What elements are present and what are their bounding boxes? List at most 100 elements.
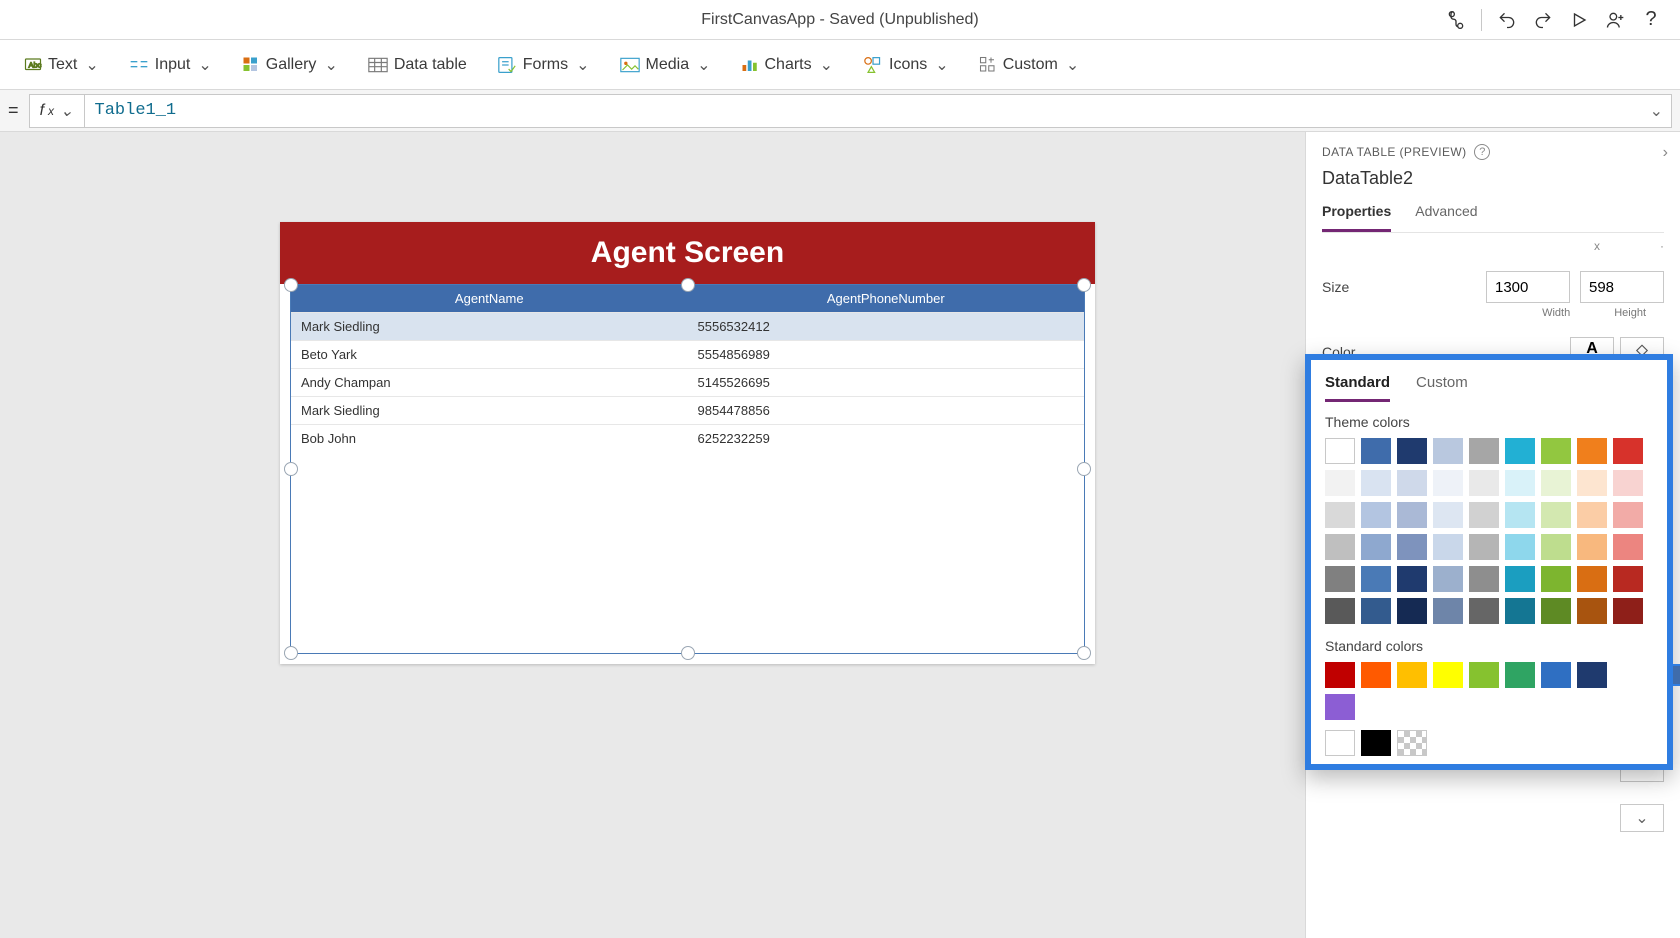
color-swatch[interactable] xyxy=(1541,534,1571,560)
color-swatch[interactable] xyxy=(1325,534,1355,560)
color-swatch[interactable] xyxy=(1397,566,1427,592)
heading-font-dropdown-arrow[interactable]: ⌄ xyxy=(1620,804,1664,832)
resize-handle[interactable] xyxy=(681,278,695,292)
ribbon-charts-button[interactable]: Charts ⌄ xyxy=(731,49,844,81)
color-swatch[interactable] xyxy=(1325,694,1355,720)
resize-handle[interactable] xyxy=(284,278,298,292)
color-swatch[interactable] xyxy=(1505,438,1535,464)
color-swatch[interactable] xyxy=(1325,598,1355,624)
colorpicker-tab-standard[interactable]: Standard xyxy=(1325,374,1390,402)
resize-handle[interactable] xyxy=(681,646,695,660)
color-swatch[interactable] xyxy=(1397,470,1427,496)
color-swatch[interactable] xyxy=(1325,662,1355,688)
table-row[interactable]: Andy Champan5145526695 xyxy=(291,368,1084,396)
color-swatch[interactable] xyxy=(1433,534,1463,560)
ribbon-text-button[interactable]: Abc Text ⌄ xyxy=(14,49,109,81)
tab-advanced[interactable]: Advanced xyxy=(1415,203,1477,232)
color-swatch[interactable] xyxy=(1577,438,1607,464)
data-table-control[interactable]: AgentName AgentPhoneNumber Mark Siedling… xyxy=(290,284,1085,654)
expand-formula-icon[interactable]: ⌄ xyxy=(1650,101,1663,121)
ribbon-input-button[interactable]: Input ⌄ xyxy=(119,49,222,81)
color-swatch[interactable] xyxy=(1361,502,1391,528)
color-swatch[interactable] xyxy=(1433,598,1463,624)
color-swatch[interactable] xyxy=(1433,502,1463,528)
color-swatch[interactable] xyxy=(1541,566,1571,592)
col-agentphone[interactable]: AgentPhoneNumber xyxy=(688,285,1085,312)
table-row[interactable]: Beto Yark5554856989 xyxy=(291,340,1084,368)
colorpicker-tab-custom[interactable]: Custom xyxy=(1416,374,1468,402)
color-swatch[interactable] xyxy=(1433,438,1463,464)
color-swatch[interactable] xyxy=(1613,534,1643,560)
color-swatch[interactable] xyxy=(1469,502,1499,528)
color-swatch[interactable] xyxy=(1325,502,1355,528)
color-swatch[interactable] xyxy=(1577,598,1607,624)
color-swatch[interactable] xyxy=(1613,438,1643,464)
color-swatch[interactable] xyxy=(1397,502,1427,528)
color-swatch[interactable] xyxy=(1361,470,1391,496)
color-swatch[interactable] xyxy=(1577,662,1607,688)
resize-handle[interactable] xyxy=(284,646,298,660)
selected-color-swatch[interactable] xyxy=(1671,664,1680,686)
color-swatch[interactable] xyxy=(1541,438,1571,464)
color-swatch[interactable] xyxy=(1433,662,1463,688)
color-swatch[interactable] xyxy=(1469,470,1499,496)
share-icon[interactable] xyxy=(1598,3,1632,37)
resize-handle[interactable] xyxy=(1077,462,1091,476)
color-swatch[interactable] xyxy=(1613,598,1643,624)
formula-input[interactable]: Table1_1 ⌄ xyxy=(85,94,1672,128)
resize-handle[interactable] xyxy=(1077,278,1091,292)
help-icon[interactable]: ? xyxy=(1474,144,1490,160)
color-swatch[interactable] xyxy=(1613,470,1643,496)
color-swatch[interactable] xyxy=(1505,502,1535,528)
color-swatch[interactable] xyxy=(1361,566,1391,592)
resize-handle[interactable] xyxy=(284,462,298,476)
color-swatch[interactable] xyxy=(1505,470,1535,496)
redo-icon[interactable] xyxy=(1526,3,1560,37)
color-swatch[interactable] xyxy=(1361,598,1391,624)
color-swatch[interactable] xyxy=(1577,566,1607,592)
color-swatch[interactable] xyxy=(1361,438,1391,464)
fx-selector[interactable]: fx ⌄ xyxy=(29,94,85,128)
color-swatch[interactable] xyxy=(1505,662,1535,688)
color-swatch[interactable] xyxy=(1433,566,1463,592)
help-icon[interactable]: ? xyxy=(1634,3,1668,37)
ribbon-gallery-button[interactable]: Gallery ⌄ xyxy=(232,49,348,81)
color-swatch[interactable] xyxy=(1361,534,1391,560)
color-swatch[interactable] xyxy=(1577,534,1607,560)
ribbon-custom-button[interactable]: Custom ⌄ xyxy=(969,49,1090,81)
width-input[interactable] xyxy=(1486,271,1570,303)
color-swatch[interactable] xyxy=(1397,438,1427,464)
color-swatch[interactable] xyxy=(1325,730,1355,756)
color-swatch[interactable] xyxy=(1433,470,1463,496)
color-swatch[interactable] xyxy=(1397,598,1427,624)
ribbon-datatable-button[interactable]: Data table xyxy=(358,50,477,80)
color-swatch[interactable] xyxy=(1469,566,1499,592)
col-agentname[interactable]: AgentName xyxy=(291,285,688,312)
height-input[interactable] xyxy=(1580,271,1664,303)
ribbon-media-button[interactable]: Media ⌄ xyxy=(610,49,721,81)
color-swatch[interactable] xyxy=(1325,438,1355,464)
color-swatch[interactable] xyxy=(1361,662,1391,688)
ribbon-icons-button[interactable]: Icons ⌄ xyxy=(853,49,959,81)
color-swatch[interactable] xyxy=(1541,502,1571,528)
color-swatch[interactable] xyxy=(1541,470,1571,496)
color-swatch[interactable] xyxy=(1541,662,1571,688)
color-swatch[interactable] xyxy=(1397,534,1427,560)
color-swatch[interactable] xyxy=(1469,598,1499,624)
color-swatch[interactable] xyxy=(1469,438,1499,464)
color-swatch[interactable] xyxy=(1397,730,1427,756)
table-row[interactable]: Mark Siedling9854478856 xyxy=(291,396,1084,424)
color-swatch[interactable] xyxy=(1469,662,1499,688)
color-swatch[interactable] xyxy=(1613,502,1643,528)
color-swatch[interactable] xyxy=(1541,598,1571,624)
panel-chevron-icon[interactable]: › xyxy=(1663,144,1668,162)
undo-icon[interactable] xyxy=(1490,3,1524,37)
table-row[interactable]: Mark Siedling5556532412 xyxy=(291,312,1084,340)
play-icon[interactable] xyxy=(1562,3,1596,37)
color-swatch[interactable] xyxy=(1577,470,1607,496)
color-swatch[interactable] xyxy=(1361,730,1391,756)
color-swatch[interactable] xyxy=(1577,502,1607,528)
tab-properties[interactable]: Properties xyxy=(1322,203,1391,232)
color-swatch[interactable] xyxy=(1505,534,1535,560)
color-swatch[interactable] xyxy=(1613,566,1643,592)
